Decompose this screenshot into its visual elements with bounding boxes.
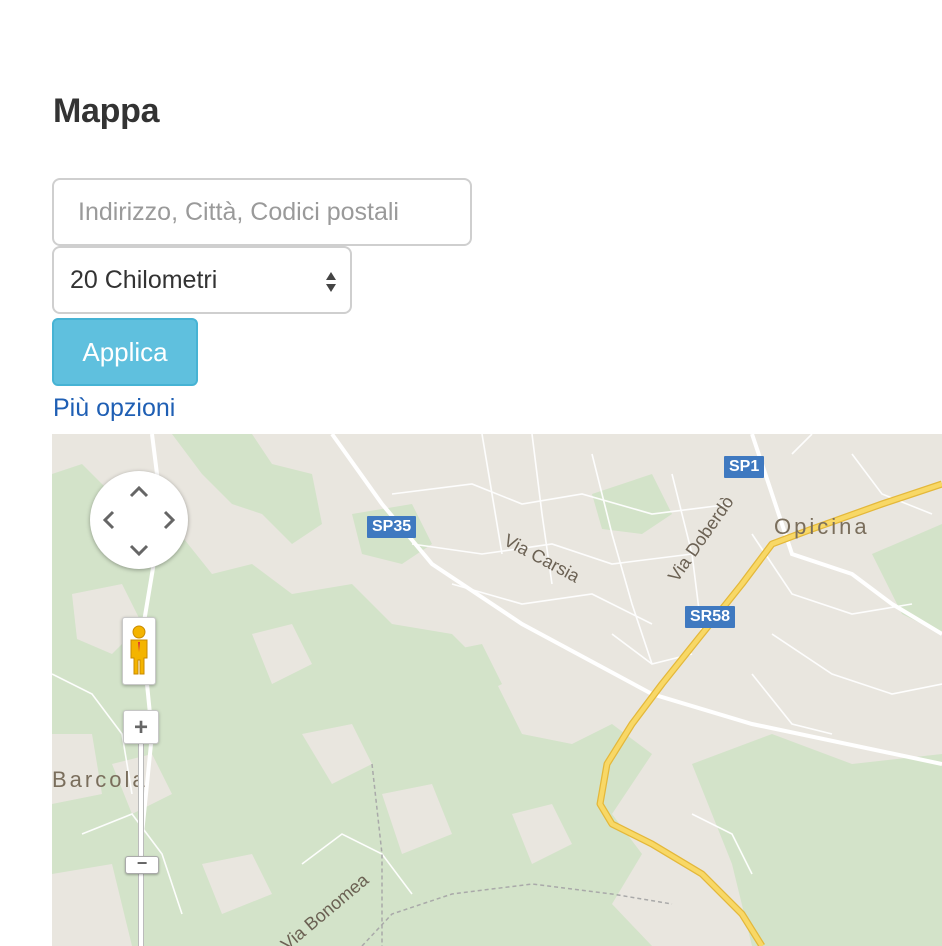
place-label-barcola: Barcola [52, 767, 148, 792]
road-shield-sp35: SP35 [367, 516, 417, 538]
pan-down-icon[interactable] [128, 539, 150, 561]
distance-select-value: 20 Chilometri [70, 266, 218, 294]
pan-left-icon[interactable] [98, 509, 120, 531]
road-shield-sr58: SR58 [685, 606, 736, 628]
street-view-pegman-icon[interactable] [122, 617, 156, 685]
pan-right-icon[interactable] [158, 509, 180, 531]
zoom-in-icon: + [133, 714, 148, 741]
road-shield-sp1: SP1 [724, 456, 765, 478]
select-arrows-icon [326, 272, 336, 292]
search-input[interactable] [52, 178, 472, 246]
pan-control[interactable] [90, 471, 188, 569]
place-label-opicina: Opicina [774, 514, 870, 539]
zoom-slider-handle[interactable]: − [125, 853, 159, 874]
zoom-slider-track[interactable] [138, 741, 144, 946]
distance-select[interactable]: 20 Chilometri [52, 246, 352, 314]
pan-up-icon[interactable] [128, 481, 150, 503]
zoom-out-icon: − [136, 853, 148, 873]
zoom-in-button[interactable]: + [123, 710, 159, 744]
page-title: Mappa [53, 92, 160, 130]
more-options-link[interactable]: Più opzioni [53, 394, 175, 423]
map[interactable]: Opicina Barcola SP1 SP35 SR58 Via Carsia… [52, 434, 942, 946]
apply-button[interactable]: Applica [52, 318, 198, 386]
